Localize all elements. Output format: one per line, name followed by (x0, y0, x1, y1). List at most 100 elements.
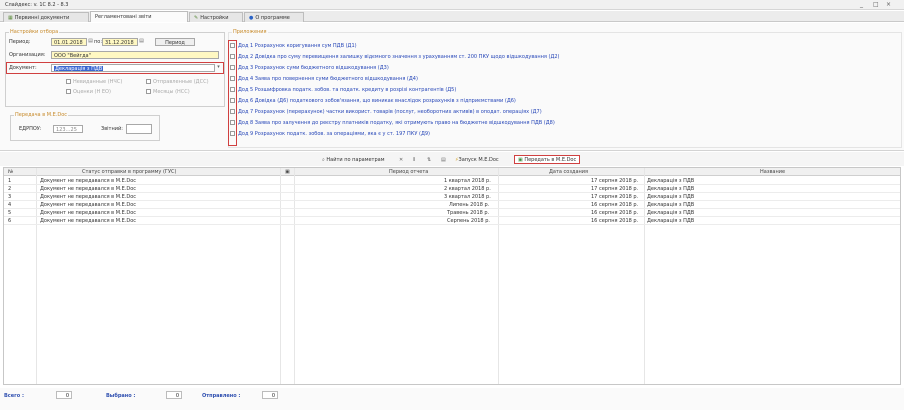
row-status: Документ не передавался в M.E.Doc (40, 202, 137, 208)
sort-button[interactable]: ⇅ (423, 155, 435, 164)
row-status: Документ не передавался в M.E.Doc (40, 210, 137, 216)
window-title: Слайдекс: v. 1С 8.2 - 8.3 (5, 2, 69, 8)
row-name: Декларація з ПДВ (647, 218, 695, 224)
period-to-label: по: (94, 39, 103, 45)
column-header-number[interactable]: № (8, 169, 13, 175)
column-header-name[interactable]: Название (760, 169, 785, 175)
total-label: Всего : (4, 393, 24, 399)
option-checkbox[interactable] (146, 79, 151, 84)
column-header-icon[interactable]: ▣ (285, 169, 290, 175)
appendices-group-title: Приложения (232, 29, 268, 35)
reporting-label: Звітний: (101, 126, 123, 132)
transfer-medoc-button[interactable]: ▣ Передать в M.E.Doc (514, 155, 581, 164)
title-bar: Слайдекс: v. 1С 8.2 - 8.3 _ □ × (0, 0, 904, 10)
find-by-params-button[interactable]: ⌕ Найти по параметрам (318, 155, 388, 164)
appendix-checkbox[interactable] (230, 98, 235, 103)
calendar-icon[interactable]: ▤ (87, 38, 94, 45)
appendix-checkbox[interactable] (230, 76, 235, 81)
filter-button[interactable]: ▤ (437, 155, 450, 164)
sent-value: 0 (262, 391, 278, 399)
period-label: Период: (9, 39, 31, 45)
row-date: 16 серпня 2018 р. (591, 218, 639, 224)
row-number: 6 (8, 218, 12, 224)
row-number: 4 (8, 202, 12, 208)
appendix-checkbox[interactable] (230, 109, 235, 114)
option-label: Отправленные (ДСС) (153, 79, 209, 85)
appendix-link[interactable]: Дод 5 Розшифровка податк. зобов. та пода… (238, 87, 456, 93)
row-name: Декларація з ПДВ (647, 202, 695, 208)
row-period: Травень 2018 р. (447, 210, 490, 216)
column-header-status[interactable]: Статус отправки в программу (ГУС) (82, 169, 176, 175)
row-number: 3 (8, 194, 12, 200)
column-header-period[interactable]: Период отчета (389, 169, 428, 175)
row-date: 17 серпня 2018 р. (591, 194, 639, 200)
tab-regulated-reports[interactable]: Регламентовані звіти (90, 11, 188, 22)
option-checkbox[interactable] (66, 79, 71, 84)
row-status: Документ не передавался в M.E.Doc (40, 218, 137, 224)
option-checkbox[interactable] (146, 89, 151, 94)
appendix-link[interactable]: Дод 3 Розрахунок суми бюджетного відшкод… (238, 65, 389, 71)
table-row[interactable]: 4 Документ не передавался в M.E.Doc Липе… (4, 201, 900, 209)
table-row[interactable]: 5 Документ не передавался в M.E.Doc Трав… (4, 209, 900, 217)
settings-panel: Настройки отбора Период: 01.01.2018 ▤ по… (0, 23, 904, 151)
close-button[interactable]: × (886, 1, 891, 8)
selected-label: Выбрано : (106, 393, 136, 399)
row-number: 5 (8, 210, 12, 216)
tab-settings[interactable]: ✎ Настройки (189, 12, 243, 22)
columns-icon: ⫴ (413, 157, 416, 163)
transfer-group-title: Передача в M.E.Doc (14, 112, 69, 118)
appendix-checkbox[interactable] (230, 54, 235, 59)
row-period: 3 квартал 2018 р. (444, 194, 491, 200)
period-from-field[interactable]: 01.01.2018 (51, 38, 87, 46)
appendix-link[interactable]: Дод 1 Розрахунок коригування сум ПДВ (Д1… (238, 43, 357, 49)
maximize-button[interactable]: □ (873, 1, 879, 8)
appendix-checkbox[interactable] (230, 120, 235, 125)
row-name: Декларація з ПДВ (647, 194, 695, 200)
reporting-field[interactable] (126, 124, 152, 134)
edrpou-label: ЕДРПОУ: (19, 126, 42, 132)
settings-icon: ✎ (194, 15, 199, 21)
appendix-link[interactable]: Дод 4 Заява про повернення суми бюджетно… (238, 76, 418, 82)
calendar-icon[interactable]: ▤ (138, 38, 145, 45)
table-row[interactable]: 2 Документ не передавался в M.E.Doc 2 кв… (4, 185, 900, 193)
info-icon: ● (249, 15, 254, 21)
appendix-checkbox[interactable] (230, 65, 235, 70)
row-period: 1 квартал 2018 р. (444, 178, 491, 184)
row-name: Декларація з ПДВ (647, 186, 695, 192)
row-number: 1 (8, 178, 12, 184)
launch-medoc-button[interactable]: ⚡Запуск M.E.Doc (451, 155, 503, 164)
total-value: 0 (56, 391, 72, 399)
minimize-button[interactable]: _ (860, 1, 863, 8)
option-label: Месяцы (НСС) (153, 89, 190, 95)
row-name: Декларація з ПДВ (647, 178, 695, 184)
table-row[interactable]: 3 Документ не передавался в M.E.Doc 3 кв… (4, 193, 900, 201)
grid-toolbar: ⌕ Найти по параметрам ✕ ⫴ ⇅ ▤ ⚡Запуск M.… (0, 152, 904, 166)
period-to-field[interactable]: 31.12.2018 (102, 38, 138, 46)
row-status: Документ не передавался в M.E.Doc (40, 178, 137, 184)
appendix-link[interactable]: Дод 6 Довідка (Д6) податкового зобов'яза… (238, 98, 516, 104)
option-label: Оценки (Н ЕО) (73, 89, 111, 95)
table-row[interactable]: 6 Документ не передавался в M.E.Doc Серп… (4, 217, 900, 225)
period-button[interactable]: Период (155, 38, 195, 46)
sent-label: Отправлено : (202, 393, 241, 399)
clear-button[interactable]: ✕ (395, 155, 407, 164)
row-status: Документ не передавался в M.E.Doc (40, 194, 137, 200)
appendix-checkbox[interactable] (230, 131, 235, 136)
option-checkbox[interactable] (66, 89, 71, 94)
sort-icon: ⇅ (427, 157, 432, 163)
appendix-checkbox[interactable] (230, 87, 235, 92)
columns-button[interactable]: ⫴ (409, 155, 419, 164)
table-row[interactable]: 1 Документ не передавался в M.E.Doc 1 кв… (4, 177, 900, 185)
tab-primary-docs[interactable]: ▦ Первинні документи (3, 12, 89, 22)
organization-field[interactable]: ООО "Вейгда" (51, 51, 219, 59)
appendix-checkbox[interactable] (230, 43, 235, 48)
row-number: 2 (8, 186, 12, 192)
column-header-date[interactable]: Дата создания (549, 169, 588, 175)
tab-about[interactable]: ● О программе (244, 12, 304, 22)
appendix-link[interactable]: Дод 8 Заява про залучення до реєстру пла… (238, 120, 555, 126)
appendix-link[interactable]: Дод 7 Розрахунок (перерахунок) частки ви… (238, 109, 542, 115)
row-period: 2 квартал 2018 р. (444, 186, 491, 192)
edrpou-field[interactable]: 123…25 (53, 125, 83, 133)
appendix-link[interactable]: Дод 2 Довідка про суму перевищення залиш… (238, 54, 560, 60)
appendix-link[interactable]: Дод 9 Розрахунок податк. зобов. за опера… (238, 131, 430, 137)
